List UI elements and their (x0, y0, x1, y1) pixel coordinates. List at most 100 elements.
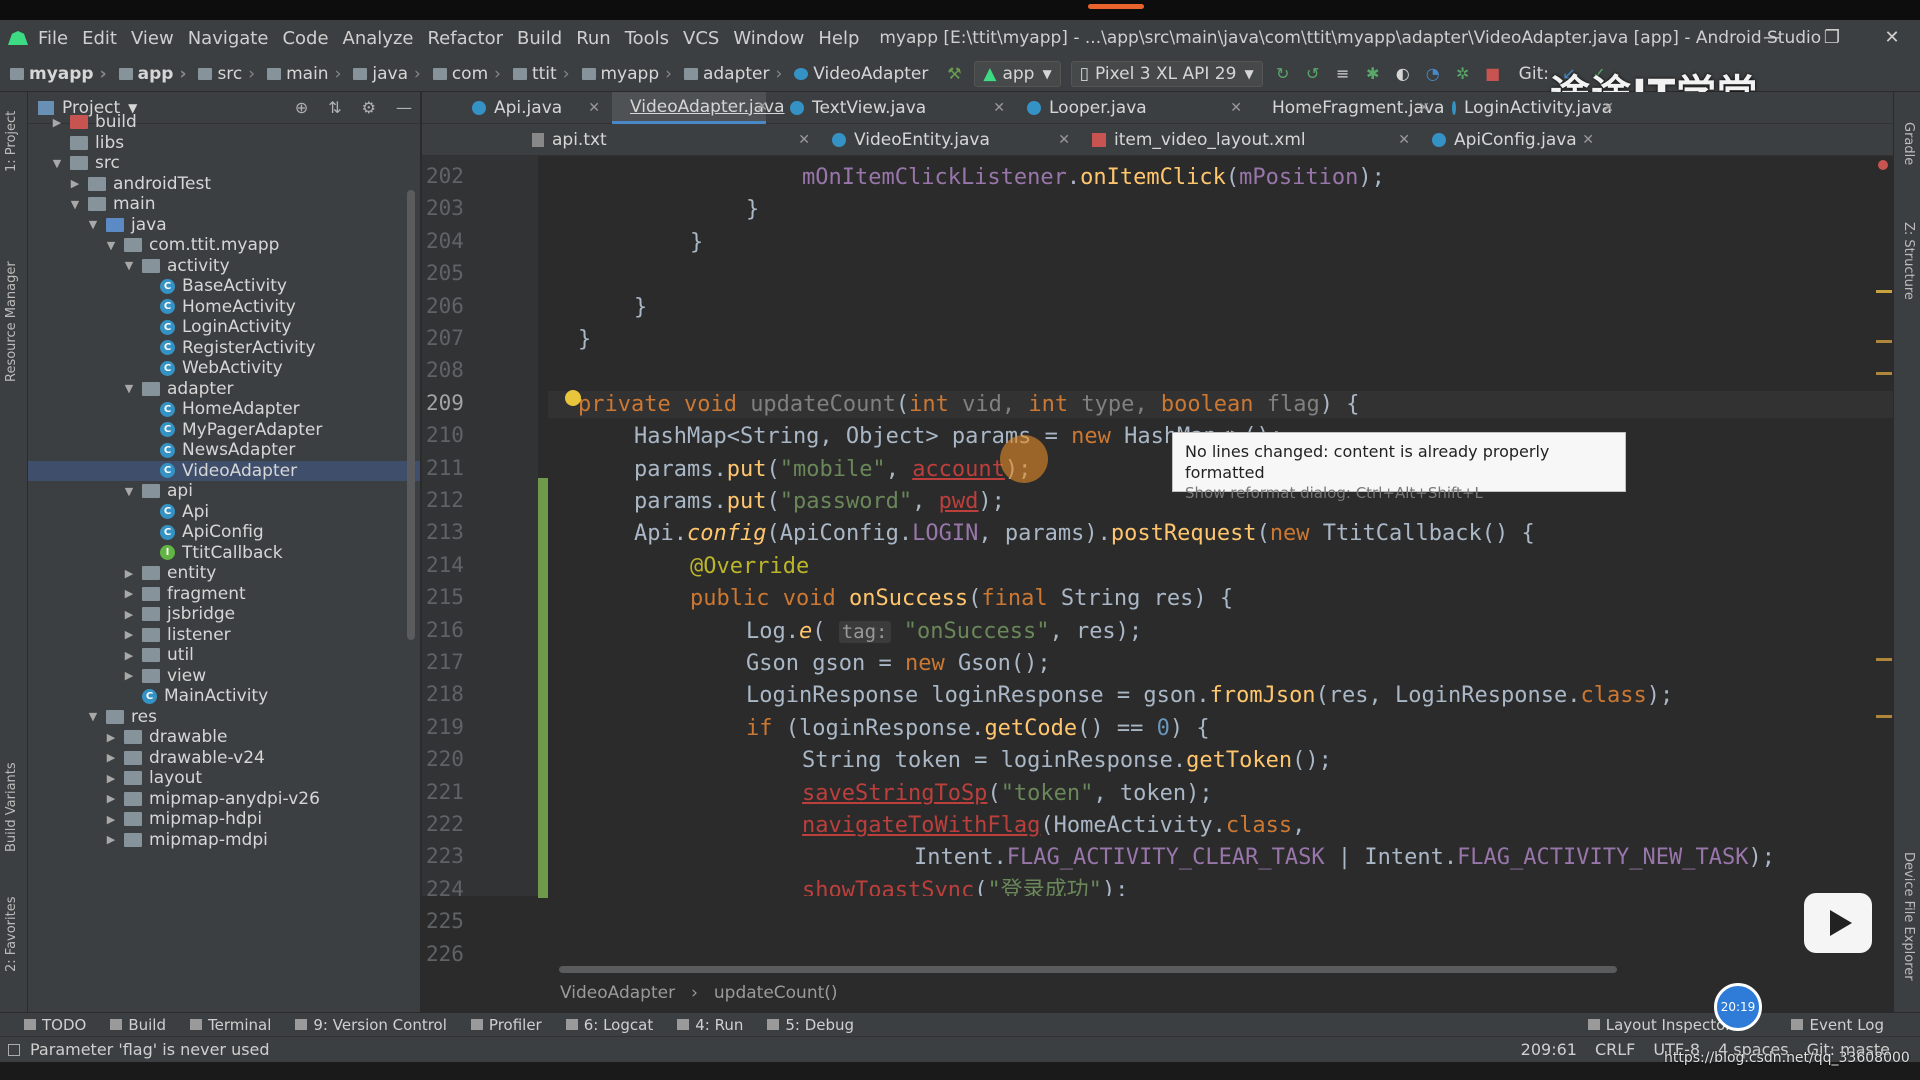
close-tab-icon[interactable]: ✕ (1058, 132, 1070, 148)
tool-window-terminal[interactable]: Terminal (189, 1016, 271, 1034)
tab-textview-java[interactable]: TextView.java ✕ (780, 92, 1005, 124)
coverage-icon[interactable]: ≡ (1333, 64, 1353, 84)
code-line[interactable]: Gson gson = new Gson(); (548, 650, 1051, 677)
android-debug-icon[interactable]: ✲ (1453, 64, 1473, 84)
expanded-arrow-icon[interactable]: ▼ (68, 198, 82, 211)
stop-icon[interactable]: ■ (1483, 64, 1503, 84)
tree-item[interactable]: C WebActivity (28, 358, 420, 379)
lightbulb-icon[interactable] (565, 390, 581, 406)
tool-window-gradle[interactable]: Gradle (1901, 122, 1916, 165)
tool-window-layout-inspector[interactable]: Layout Inspector (1587, 1016, 1731, 1034)
caret-position[interactable]: 209:61 (1521, 1040, 1577, 1059)
breadcrumb-item[interactable]: myapp › (4, 64, 107, 84)
code-line[interactable]: mOnItemClickListener.onItemClick(mPositi… (548, 164, 1385, 191)
run-config-select[interactable]: ▲ app ▼ (974, 60, 1061, 87)
collapsed-arrow-icon[interactable]: ▶ (104, 792, 118, 805)
tool-window-4-run[interactable]: 4: Run (677, 1016, 743, 1034)
code-line[interactable] (548, 261, 578, 288)
collapsed-arrow-icon[interactable]: ▶ (122, 628, 136, 641)
menu-code[interactable]: Code (282, 28, 328, 49)
menu-window[interactable]: Window (733, 28, 804, 49)
tool-window-profiler[interactable]: Profiler (470, 1016, 542, 1034)
close-tab-icon[interactable]: ✕ (798, 132, 810, 148)
code-line[interactable] (548, 358, 578, 385)
play-icon[interactable] (1804, 893, 1872, 953)
tree-item[interactable]: ▶ listener (28, 625, 420, 646)
tool-window-9-version-control[interactable]: 9: Version Control (295, 1016, 447, 1034)
tree-item[interactable]: C VideoAdapter (28, 460, 420, 481)
menu-help[interactable]: Help (818, 28, 859, 49)
tree-item[interactable]: C MyPagerAdapter (28, 420, 420, 441)
code-line[interactable]: LoginResponse loginResponse = gson.fromJ… (548, 682, 1673, 709)
tree-item[interactable]: ▼ adapter (28, 379, 420, 400)
menu-run[interactable]: Run (576, 28, 611, 49)
tab-videoadapter-java[interactable]: VideoAdapter.java ✕ (612, 92, 785, 124)
tree-item[interactable]: ▼ java (28, 215, 420, 236)
code-line[interactable]: Intent.FLAG_ACTIVITY_CLEAR_TASK | Intent… (548, 844, 1775, 871)
tree-item[interactable]: ▶ util (28, 645, 420, 666)
breadcrumb-class[interactable]: VideoAdapter (560, 983, 675, 1003)
collapsed-arrow-icon[interactable]: ▶ (122, 608, 136, 621)
warning-stripe[interactable] (1876, 372, 1892, 375)
project-scrollbar[interactable] (407, 190, 415, 640)
tree-item[interactable]: ▶ fragment (28, 584, 420, 605)
collapsed-arrow-icon[interactable]: ▶ (104, 751, 118, 764)
close-tab-icon[interactable]: ✕ (1602, 100, 1614, 116)
tree-item[interactable]: ▶ view (28, 666, 420, 687)
tree-item[interactable]: ▼ activity (28, 256, 420, 277)
tree-item[interactable]: ▼ src (28, 153, 420, 174)
expanded-arrow-icon[interactable]: ▼ (86, 710, 100, 723)
tab-api-java[interactable]: Api.java ✕ (462, 92, 600, 124)
warning-stripe[interactable] (1876, 340, 1892, 343)
tool-window-favorites[interactable]: 2: Favorites (4, 896, 19, 972)
apply-code-changes-icon[interactable]: ↺ (1303, 64, 1323, 84)
tool-window-5-debug[interactable]: 5: Debug (767, 1016, 854, 1034)
code-line[interactable]: if (loginResponse.getCode() == 0) { (548, 715, 1210, 742)
code-line[interactable]: Api.config(ApiConfig.LOGIN, params).post… (548, 520, 1535, 547)
expanded-arrow-icon[interactable]: ▼ (122, 485, 136, 498)
close-tab-icon[interactable]: ✕ (756, 99, 768, 115)
close-tab-icon[interactable]: ✕ (1398, 132, 1410, 148)
menu-file[interactable]: File (38, 28, 68, 49)
menu-refactor[interactable]: Refactor (427, 28, 503, 49)
close-tab-icon[interactable]: ✕ (1230, 100, 1242, 116)
expanded-arrow-icon[interactable]: ▼ (86, 218, 100, 231)
menu-view[interactable]: View (131, 28, 174, 49)
menu-vcs[interactable]: VCS (683, 28, 719, 49)
collapsed-arrow-icon[interactable]: ▶ (104, 813, 118, 826)
collapsed-arrow-icon[interactable]: ▶ (68, 177, 82, 190)
tool-window-build-variants[interactable]: Build Variants (4, 762, 19, 852)
tool-window-resource-manager[interactable]: Resource Manager (4, 261, 19, 382)
tree-item[interactable]: ▶ layout (28, 768, 420, 789)
breadcrumb-item[interactable]: com › (427, 64, 501, 84)
tree-item[interactable]: C NewsAdapter (28, 440, 420, 461)
tree-item[interactable]: ▶ androidTest (28, 174, 420, 195)
close-tab-icon[interactable]: ✕ (993, 100, 1005, 116)
tab-apiconfig-java[interactable]: ApiConfig.java ✕ (1422, 124, 1594, 156)
code-line[interactable]: saveStringToSp("token", token); (548, 780, 1213, 807)
close-tab-icon[interactable]: ✕ (588, 100, 600, 116)
code-line[interactable]: } (548, 326, 591, 353)
collapsed-arrow-icon[interactable]: ▶ (104, 772, 118, 785)
breadcrumb-item[interactable]: src › (192, 64, 255, 84)
breadcrumb-item[interactable]: myapp › (576, 64, 672, 84)
collapsed-arrow-icon[interactable]: ▶ (50, 116, 64, 129)
tool-window-6-logcat[interactable]: 6: Logcat (565, 1016, 653, 1034)
tree-item[interactable]: C RegisterActivity (28, 338, 420, 359)
tree-item[interactable]: ▶ mipmap-hdpi (28, 809, 420, 830)
close-tab-icon[interactable]: ✕ (1418, 100, 1430, 116)
device-select[interactable]: ▯ Pixel 3 XL API 29 ▼ (1070, 60, 1263, 87)
tab-api-txt[interactable]: api.txt ✕ (522, 124, 810, 156)
close-button[interactable]: ✕ (1872, 20, 1912, 56)
status-toggle-icon[interactable] (8, 1043, 20, 1056)
warning-stripe[interactable] (1876, 290, 1892, 293)
breadcrumb-item[interactable]: ttit › (507, 64, 570, 84)
editor-horizontal-scrollbar[interactable] (559, 966, 1617, 973)
error-indicator-icon[interactable] (1878, 160, 1888, 170)
attach-debugger-icon[interactable]: ◔ (1423, 64, 1443, 84)
expanded-arrow-icon[interactable]: ▼ (50, 157, 64, 170)
collapsed-arrow-icon[interactable]: ▶ (122, 587, 136, 600)
tree-item[interactable]: I TtitCallback (28, 543, 420, 564)
collapsed-arrow-icon[interactable]: ▶ (122, 669, 136, 682)
breadcrumb-item[interactable]: main › (261, 64, 341, 84)
